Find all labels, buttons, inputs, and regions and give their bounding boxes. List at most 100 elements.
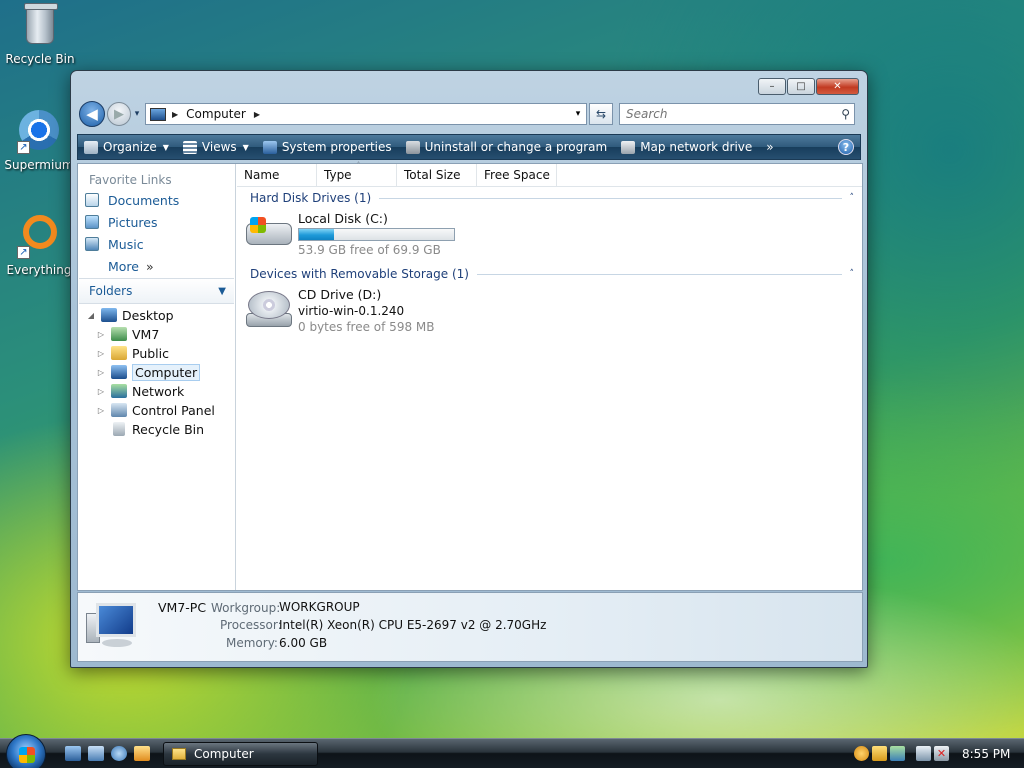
system-properties-button[interactable]: System properties	[262, 140, 392, 154]
tree-item-desktop[interactable]: ◢ Desktop	[86, 306, 174, 324]
switch-windows-icon[interactable]	[88, 746, 104, 761]
folder-icon	[172, 748, 186, 760]
map-network-drive-button[interactable]: Map network drive	[621, 140, 752, 154]
details-pane: VM7-PC Workgroup: WORKGROUP Processor: I…	[77, 592, 863, 662]
search-icon[interactable]: ⚲	[841, 107, 850, 121]
memory-label: Memory:	[226, 636, 278, 650]
organize-menu[interactable]: Organize ▼	[84, 140, 169, 154]
back-button[interactable]: ◀	[79, 101, 105, 127]
drive-item-local-disk-c[interactable]: Local Disk (C:) 53.9 GB free of 69.9 GB	[244, 211, 455, 261]
desktop-icon-everything[interactable]: ↗ Everything	[0, 213, 79, 277]
security-shield-icon[interactable]	[872, 746, 887, 761]
network-tray-icon[interactable]	[890, 746, 905, 761]
column-type-label: Type	[324, 168, 352, 182]
favorite-music[interactable]: Music	[85, 235, 144, 253]
browser-quicklaunch-icon[interactable]	[111, 746, 127, 761]
collapse-icon[interactable]: ˄	[850, 193, 855, 203]
more-commands-button[interactable]: »	[766, 140, 773, 154]
refresh-button[interactable]: ⇆	[589, 103, 613, 125]
maximize-button[interactable]: □	[787, 78, 815, 95]
folders-title: Folders	[89, 284, 133, 298]
drive-name: Local Disk (C:)	[298, 211, 388, 226]
desktop-icon-recycle-bin[interactable]: Recycle Bin	[0, 2, 80, 66]
column-type[interactable]: ˄ Type	[317, 161, 397, 186]
favorite-links-title: Favorite Links	[89, 173, 172, 187]
tree-item-recycle-bin[interactable]: Recycle Bin	[96, 420, 204, 438]
drive-item-cd-drive-d[interactable]: CD Drive (D:) virtio-win-0.1.240 0 bytes…	[244, 287, 434, 337]
pictures-icon	[85, 215, 99, 229]
favorite-label: Pictures	[108, 214, 158, 230]
breadcrumb-computer[interactable]: Computer	[186, 107, 246, 121]
group-header-hard-disk-drives[interactable]: Hard Disk Drives (1) ˄	[250, 190, 854, 206]
uninstall-program-button[interactable]: Uninstall or change a program	[405, 140, 608, 154]
expanded-icon[interactable]: ◢	[86, 311, 96, 320]
taskbar-button-computer[interactable]: Computer	[163, 742, 318, 766]
collapsed-icon[interactable]: ▷	[96, 368, 106, 377]
recent-pages-dropdown[interactable]: ▾	[131, 109, 143, 119]
desktop-icon-supermium[interactable]: ↗ Supermium	[0, 108, 79, 172]
tree-item-control-panel[interactable]: ▷ Control Panel	[96, 401, 215, 419]
folders-header[interactable]: Folders ▼	[79, 278, 234, 304]
tree-item-label: Desktop	[122, 307, 174, 323]
command-bar: Organize ▼ Views ▼ System properties Uni…	[77, 134, 861, 160]
collapsed-icon[interactable]: ▷	[96, 387, 106, 396]
tree-item-computer[interactable]: ▷ Computer	[96, 363, 201, 381]
collapsed-icon[interactable]: ▷	[96, 330, 106, 339]
search-input[interactable]	[626, 107, 842, 121]
drive-volume-label: virtio-win-0.1.240	[298, 304, 405, 318]
clock[interactable]: 8:55 PM	[962, 747, 1010, 761]
media-player-icon[interactable]	[134, 746, 150, 761]
favorite-documents[interactable]: Documents	[85, 191, 179, 209]
organize-icon	[84, 140, 98, 154]
search-box[interactable]: ⚲	[619, 103, 855, 125]
favorite-more[interactable]: More »	[108, 257, 154, 275]
breadcrumb-separator[interactable]: ▶	[254, 110, 260, 119]
favorite-pictures[interactable]: Pictures	[85, 213, 158, 231]
workgroup-value: WORKGROUP	[279, 600, 360, 614]
map-drive-icon	[621, 140, 636, 154]
tree-item-label: Network	[132, 383, 185, 399]
address-bar[interactable]: ▶ Computer ▶ ▾	[145, 103, 587, 125]
address-dropdown[interactable]: ▾	[570, 109, 586, 119]
system-properties-icon	[262, 140, 277, 154]
tree-item-vm7[interactable]: ▷ VM7	[96, 325, 159, 343]
volume-muted-icon[interactable]: ✕	[934, 746, 949, 761]
display-tray-icon[interactable]	[916, 746, 931, 761]
desktop-icon-label: Recycle Bin	[5, 52, 75, 66]
collapse-icon[interactable]: ˄	[850, 269, 855, 279]
close-button[interactable]: ✕	[816, 78, 859, 95]
desktop-icon-label: Everything	[6, 263, 72, 277]
folder-icon	[111, 346, 127, 360]
collapsed-icon[interactable]: ▷	[96, 406, 106, 415]
show-desktop-icon[interactable]	[65, 746, 81, 761]
column-free-space[interactable]: Free Space	[477, 164, 557, 186]
browser-icon: ↗	[17, 108, 61, 154]
group-title: Devices with Removable Storage (1)	[250, 267, 469, 281]
user-folder-icon	[111, 327, 127, 341]
control-panel-icon	[111, 403, 127, 417]
group-title: Hard Disk Drives (1)	[250, 191, 372, 205]
processor-label: Processor:	[220, 618, 282, 632]
collapsed-icon[interactable]: ▷	[96, 349, 106, 358]
memory-value: 6.00 GB	[279, 636, 328, 650]
tree-item-public[interactable]: ▷ Public	[96, 344, 169, 362]
windows-logo-icon	[19, 747, 35, 763]
column-total-size[interactable]: Total Size	[397, 164, 477, 186]
tree-item-label: Computer	[132, 363, 201, 381]
tree-item-network[interactable]: ▷ Network	[96, 382, 184, 400]
minimize-button[interactable]: –	[758, 78, 786, 95]
views-icon	[182, 140, 197, 154]
drive-usage-bar	[298, 228, 455, 241]
column-name[interactable]: Name	[237, 164, 317, 186]
column-headers: Name ˄ Type Total Size Free Space	[237, 161, 862, 187]
search-tray-icon[interactable]	[854, 746, 869, 761]
favorite-label: Music	[108, 236, 144, 252]
help-button[interactable]: ?	[838, 139, 854, 155]
views-menu[interactable]: Views ▼	[182, 140, 249, 154]
group-header-removable-storage[interactable]: Devices with Removable Storage (1) ˄	[250, 266, 854, 282]
taskbar: Computer ✕ 8:55 PM	[0, 734, 1024, 768]
forward-button[interactable]: ▶	[107, 102, 131, 126]
breadcrumb-separator[interactable]: ▶	[172, 110, 178, 119]
uninstall-label: Uninstall or change a program	[424, 140, 608, 154]
start-button[interactable]	[6, 734, 46, 768]
